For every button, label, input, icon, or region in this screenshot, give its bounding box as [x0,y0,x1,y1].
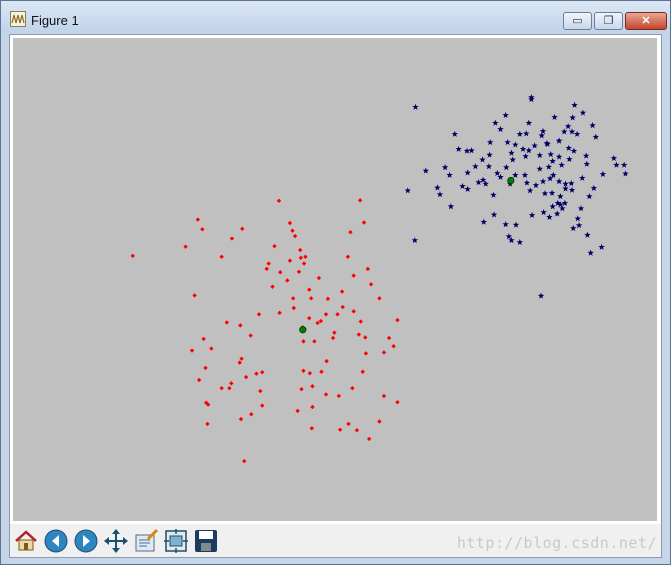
back-button[interactable] [43,528,69,554]
scatter-plot [13,38,657,521]
home-button[interactable] [13,528,39,554]
save-button[interactable] [193,528,219,554]
close-button[interactable]: ✕ [625,12,667,30]
home-icon [15,530,37,551]
zoom-button[interactable] [133,528,159,554]
pan-button[interactable] [103,528,129,554]
matplotlib-app-icon [10,11,26,27]
close-icon: ✕ [641,15,651,27]
window-title: Figure 1 [31,13,79,28]
pan-arrows-icon [104,529,128,553]
forward-arrow-icon [74,529,98,553]
zoom-rect-icon [135,528,159,552]
floppy-disk-icon [195,530,217,552]
subplots-icon [164,529,188,553]
subplots-button[interactable] [163,528,189,554]
minimize-icon: ▭ [572,15,583,27]
maximize-button[interactable]: ❐ [594,12,623,30]
axes-background [13,38,657,521]
figure-canvas[interactable] [10,35,661,524]
minimize-button[interactable]: ▭ [563,12,592,30]
watermark-text: http://blog.csdn.net/ [456,534,657,552]
centroid-point [507,176,515,185]
forward-button[interactable] [73,528,99,554]
maximize-icon: ❐ [603,15,614,27]
back-arrow-icon [44,529,68,553]
title-bar[interactable]: Figure 1 ▭ ❐ ✕ [1,1,670,33]
navigation-toolbar: http://blog.csdn.net/ [10,525,661,557]
figure-client-area: http://blog.csdn.net/ [9,34,662,558]
centroid-point [299,326,307,334]
figure-window: Figure 1 ▭ ❐ ✕ http://blog.csdn.net/ [0,0,671,565]
